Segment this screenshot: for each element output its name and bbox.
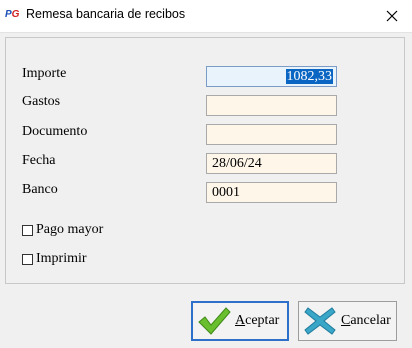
pago-mayor-label: Pago mayor — [36, 222, 104, 237]
app-logo-icon: PG — [5, 9, 20, 20]
gastos-field[interactable] — [206, 95, 337, 116]
gastos-label: Gastos — [22, 94, 61, 109]
documento-field[interactable] — [206, 124, 337, 145]
pago-mayor-option[interactable]: Pago mayor — [22, 222, 103, 238]
fecha-field[interactable]: 28/06/24 — [206, 153, 337, 174]
importe-value: 1082,33 — [285, 69, 333, 84]
cancelar-label: Cancelar — [341, 313, 391, 328]
imprimir-option[interactable]: Imprimir — [22, 251, 87, 267]
close-icon — [386, 10, 398, 22]
importe-field[interactable]: 1082,33 — [206, 66, 337, 87]
banco-field[interactable]: 0001 — [206, 182, 337, 203]
documento-label: Documento — [22, 124, 88, 139]
aceptar-button[interactable]: Aceptar — [191, 301, 289, 341]
checkmark-icon — [198, 307, 231, 335]
imprimir-label: Imprimir — [36, 251, 87, 266]
title-bar: PG Remesa bancaria de recibos — [0, 0, 412, 33]
cancelar-button[interactable]: Cancelar — [298, 301, 397, 341]
close-button[interactable] — [372, 0, 412, 32]
fecha-label: Fecha — [22, 153, 56, 168]
pago-mayor-checkbox[interactable] — [22, 224, 33, 236]
cancel-x-icon — [304, 307, 336, 335]
window-title: Remesa bancaria de recibos — [26, 7, 186, 21]
importe-label: Importe — [22, 66, 67, 81]
imprimir-checkbox[interactable] — [22, 253, 33, 265]
aceptar-label: Aceptar — [235, 313, 280, 328]
banco-label: Banco — [22, 182, 58, 197]
